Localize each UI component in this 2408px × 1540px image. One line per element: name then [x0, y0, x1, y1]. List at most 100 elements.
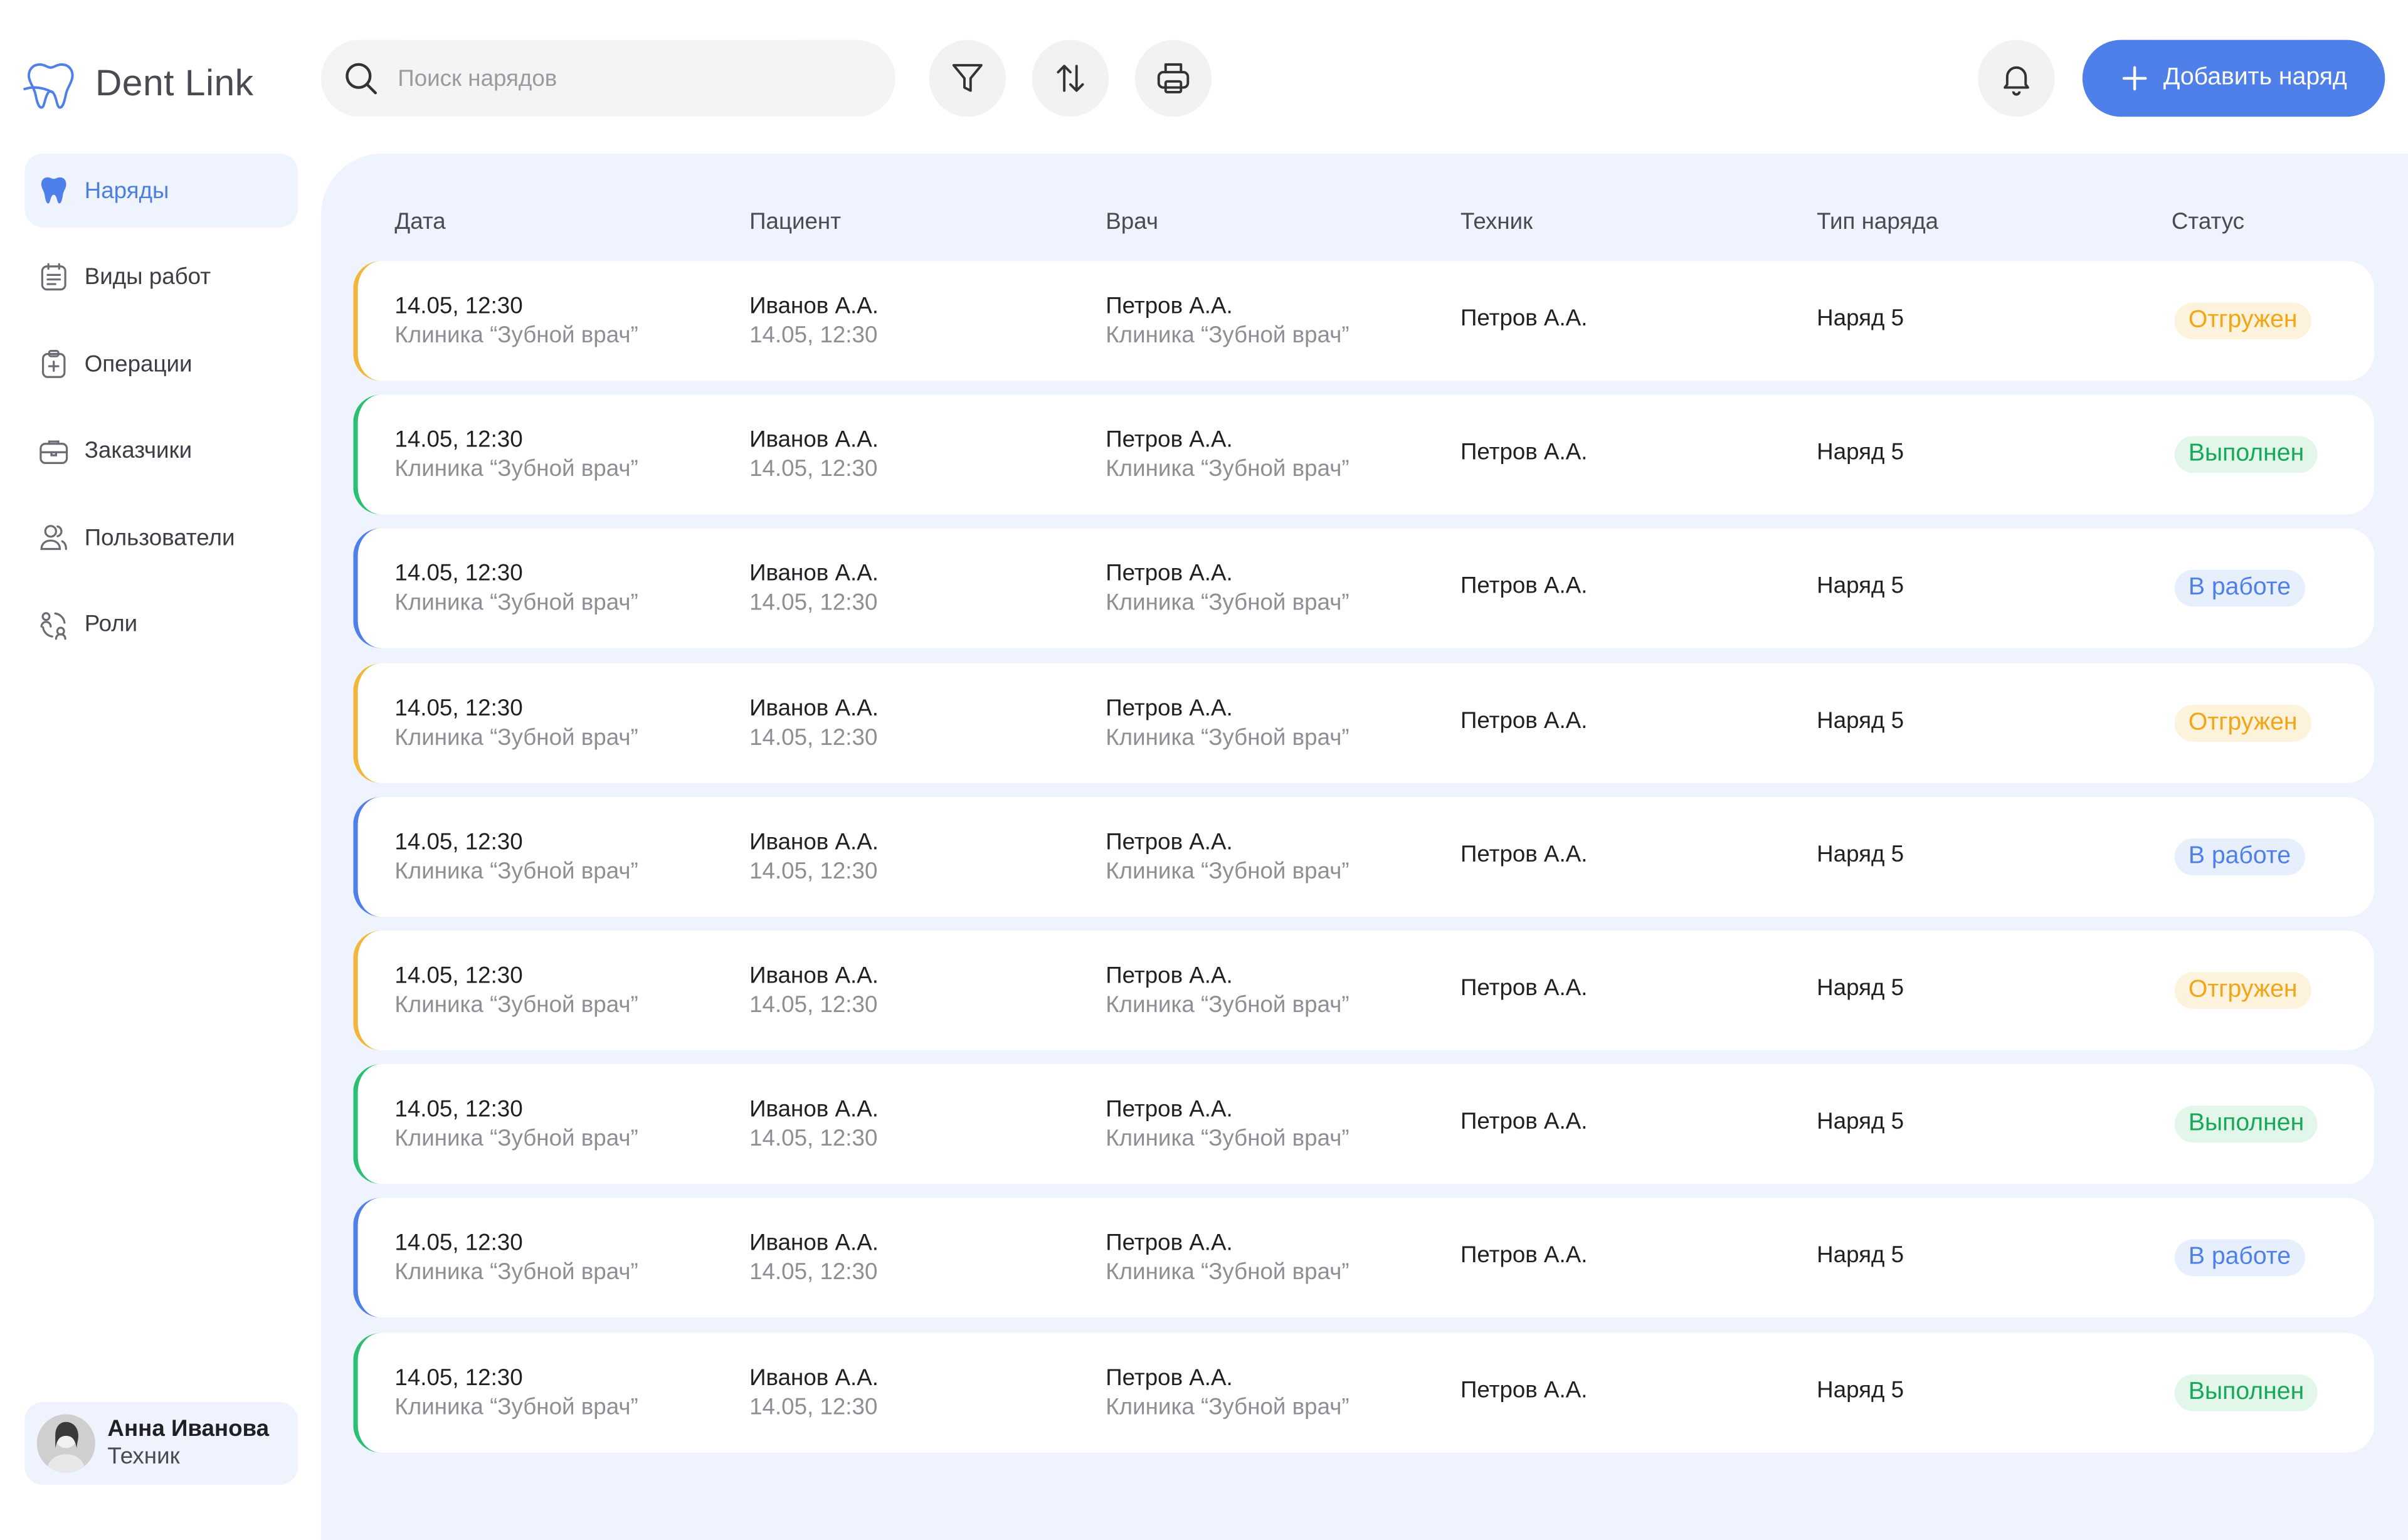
filter-button[interactable]	[929, 40, 1006, 117]
cell-technician: Петров А.А.	[1460, 1243, 1588, 1269]
status-badge: Отгружен	[2174, 704, 2311, 741]
cell-patient: Иванов А.А. 14.05, 12:30	[749, 559, 879, 618]
sort-button[interactable]	[1032, 40, 1109, 117]
sidebar-item-orders[interactable]: Наряды	[24, 153, 298, 228]
cell-order-type: Наряд 5	[1817, 707, 1904, 734]
avatar	[36, 1414, 95, 1473]
order-date: 14.05, 12:30	[394, 293, 523, 320]
patient-date: 14.05, 12:30	[749, 1126, 878, 1152]
order-date: 14.05, 12:30	[394, 561, 523, 588]
cell-technician: Петров А.А.	[1460, 975, 1588, 1001]
patient-name: Иванов А.А.	[749, 962, 879, 989]
doctor-name: Петров А.А.	[1106, 1364, 1233, 1391]
print-button[interactable]	[1134, 40, 1212, 117]
sidebar-item-roles[interactable]: Роли	[24, 588, 298, 662]
order-clinic: Клиника “Зубной врач”	[394, 456, 638, 483]
table-row[interactable]: 14.05, 12:30 Клиника “Зубной врач” Иванов …	[353, 931, 2375, 1051]
cell-doctor: Петров А.А. Клиника “Зубной врач”	[1106, 426, 1349, 484]
table-row[interactable]: 14.05, 12:30 Клиника “Зубной врач” Иванов …	[353, 796, 2375, 917]
cell-date: 14.05, 12:30 Клиника “Зубной врач”	[394, 961, 638, 1020]
cell-order-type: Наряд 5	[1817, 305, 1904, 332]
order-date: 14.05, 12:30	[394, 1364, 523, 1391]
status-badge: Отгружен	[2174, 302, 2311, 340]
cell-doctor: Петров А.А. Клиника “Зубной врач”	[1106, 292, 1349, 350]
user-card[interactable]: Анна Иванова Техник	[24, 1401, 298, 1485]
cell-date: 14.05, 12:30 Клиника “Зубной врач”	[394, 1363, 638, 1421]
table-row[interactable]: 14.05, 12:30 Клиника “Зубной врач” Иванов …	[353, 1198, 2375, 1319]
status-badge: Выполнен	[2174, 436, 2318, 473]
doctor-name: Петров А.А.	[1106, 962, 1233, 989]
cell-date: 14.05, 12:30 Клиника “Зубной врач”	[394, 1095, 638, 1154]
sidebar-item-label: Наряды	[84, 177, 169, 204]
sidebar-item-users[interactable]: Пользователи	[24, 501, 298, 575]
doctor-clinic: Клиника “Зубной врач”	[1106, 1260, 1349, 1286]
doctor-clinic: Клиника “Зубной врач”	[1106, 322, 1349, 349]
cell-technician: Петров А.А.	[1460, 1109, 1588, 1136]
doctor-clinic: Клиника “Зубной врач”	[1106, 456, 1349, 483]
column-header-status[interactable]: Статус	[2172, 209, 2244, 235]
cell-patient: Иванов А.А. 14.05, 12:30	[749, 426, 879, 484]
status-badge: В работе	[2174, 1240, 2305, 1277]
plus-icon	[2121, 66, 2147, 91]
cell-order-type: Наряд 5	[1817, 1376, 1904, 1403]
search-icon	[346, 63, 377, 95]
cell-doctor: Петров А.А. Клиника “Зубной врач”	[1106, 559, 1349, 618]
cell-order-type: Наряд 5	[1817, 975, 1904, 1001]
add-order-label: Добавить наряд	[2163, 64, 2347, 91]
table-row[interactable]: 14.05, 12:30 Клиника “Зубной врач” Иванов …	[353, 261, 2375, 381]
column-header-technician[interactable]: Техник	[1460, 209, 1533, 235]
doctor-name: Петров А.А.	[1106, 828, 1233, 855]
patient-date: 14.05, 12:30	[749, 456, 878, 483]
cell-order-type: Наряд 5	[1817, 841, 1904, 868]
status-badge: Выполнен	[2174, 1373, 2318, 1411]
cell-order-type: Наряд 5	[1817, 573, 1904, 600]
briefcase-icon	[38, 436, 69, 467]
patient-date: 14.05, 12:30	[749, 724, 878, 751]
sidebar-item-work-types[interactable]: Виды работ	[24, 240, 298, 314]
cell-patient: Иванов А.А. 14.05, 12:30	[749, 694, 879, 752]
table-row[interactable]: 14.05, 12:30 Клиника “Зубной врач” Иванов …	[353, 1064, 2375, 1184]
sidebar-item-label: Пользователи	[84, 525, 235, 551]
sidebar-nav: Наряды Виды работ Операции Заказчики Пол…	[24, 153, 298, 675]
patient-name: Иванов А.А.	[749, 427, 879, 453]
order-clinic: Клиника “Зубной врач”	[394, 1260, 638, 1286]
cell-patient: Иванов А.А. 14.05, 12:30	[749, 1363, 879, 1421]
patient-name: Иванов А.А.	[749, 1097, 879, 1123]
order-date: 14.05, 12:30	[394, 1097, 523, 1123]
sidebar-item-operations[interactable]: Операции	[24, 327, 298, 401]
doctor-name: Петров А.А.	[1106, 561, 1233, 588]
print-icon	[1157, 63, 1190, 93]
column-header-doctor[interactable]: Врач	[1106, 209, 1158, 235]
logo[interactable]: Dent Link	[21, 58, 253, 110]
status-badge: Выполнен	[2174, 1105, 2318, 1143]
cell-doctor: Петров А.А. Клиника “Зубной врач”	[1106, 1363, 1349, 1421]
table-header: Дата Пациент Врач Техник Тип наряда Стат…	[321, 209, 2408, 240]
notifications-button[interactable]	[1978, 40, 2055, 117]
search-input[interactable]	[394, 63, 862, 93]
order-clinic: Клиника “Зубной врач”	[394, 724, 638, 751]
order-clinic: Клиника “Зубной врач”	[394, 322, 638, 349]
sidebar-item-customers[interactable]: Заказчики	[24, 414, 298, 488]
filter-icon	[952, 64, 983, 92]
cell-order-type: Наряд 5	[1817, 439, 1904, 466]
patient-name: Иванов А.А.	[749, 828, 879, 855]
table-row[interactable]: 14.05, 12:30 Клиника “Зубной врач” Иванов …	[353, 529, 2375, 649]
order-clinic: Клиника “Зубной врач”	[394, 1393, 638, 1420]
clipboard-plus-icon	[38, 349, 69, 379]
table-row[interactable]: 14.05, 12:30 Клиника “Зубной врач” Иванов …	[353, 1332, 2375, 1452]
logo-text: Dent Link	[95, 63, 254, 105]
order-date: 14.05, 12:30	[394, 427, 523, 453]
column-header-order-type[interactable]: Тип наряда	[1817, 209, 1938, 235]
cell-patient: Иванов А.А. 14.05, 12:30	[749, 292, 879, 350]
column-header-date[interactable]: Дата	[394, 209, 445, 235]
cell-technician: Петров А.А.	[1460, 573, 1588, 600]
add-order-button[interactable]: Добавить наряд	[2082, 40, 2385, 117]
sidebar-item-label: Заказчики	[84, 438, 193, 465]
sidebar-item-label: Операции	[84, 351, 193, 377]
column-header-patient[interactable]: Пациент	[749, 209, 841, 235]
order-date: 14.05, 12:30	[394, 695, 523, 722]
table-row[interactable]: 14.05, 12:30 Клиника “Зубной врач” Иванов …	[353, 662, 2375, 783]
cell-doctor: Петров А.А. Клиника “Зубной врач”	[1106, 961, 1349, 1020]
screen: Dent Link Наряды Виды работ Операции Зак…	[0, 0, 2408, 1540]
table-row[interactable]: 14.05, 12:30 Клиника “Зубной врач” Иванов …	[353, 394, 2375, 515]
